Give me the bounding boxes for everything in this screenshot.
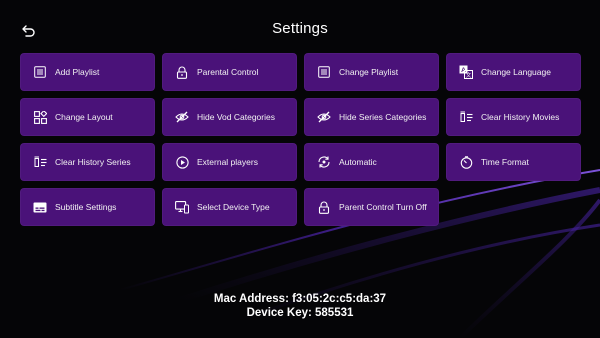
tile-label: Change Language	[481, 67, 551, 77]
lock-icon	[175, 65, 189, 79]
eye-off-icon	[317, 110, 331, 124]
clear-history-movies-button[interactable]: Clear History Movies	[446, 98, 581, 136]
tile-label: Parent Control Turn Off	[339, 202, 427, 212]
timer-icon	[459, 155, 473, 169]
clear-list-icon	[459, 110, 473, 124]
change-playlist-button[interactable]: Change Playlist	[304, 53, 439, 91]
tile-label: Hide Vod Categories	[197, 112, 275, 122]
tile-label: Change Playlist	[339, 67, 399, 77]
hide-vod-categories-button[interactable]: Hide Vod Categories	[162, 98, 297, 136]
lock-icon	[317, 200, 331, 214]
page-title: Settings	[272, 20, 328, 37]
external-players-button[interactable]: External players	[162, 143, 297, 181]
tile-label: Parental Control	[197, 67, 259, 77]
play-circle-icon	[175, 155, 189, 169]
list-icon	[33, 65, 47, 79]
device-icon	[175, 200, 189, 214]
layout-icon	[33, 110, 47, 124]
tile-label: Clear History Series	[55, 157, 131, 167]
automatic-button[interactable]: Automatic	[304, 143, 439, 181]
parental-control-button[interactable]: Parental Control	[162, 53, 297, 91]
list-icon	[317, 65, 331, 79]
clear-history-series-button[interactable]: Clear History Series	[20, 143, 155, 181]
subtitle-settings-button[interactable]: Subtitle Settings	[20, 188, 155, 226]
parent-control-turn-off-button[interactable]: Parent Control Turn Off	[304, 188, 439, 226]
eye-off-icon	[175, 110, 189, 124]
subtitles-icon	[33, 200, 47, 214]
tile-label: External players	[197, 157, 258, 167]
translate-icon: A文	[459, 65, 473, 79]
select-device-type-button[interactable]: Select Device Type	[162, 188, 297, 226]
settings-grid: Add Playlist Parental Control Change Pla…	[20, 53, 581, 226]
auto-refresh-icon	[317, 155, 331, 169]
time-format-button[interactable]: Time Format	[446, 143, 581, 181]
tile-label: Hide Series Categories	[339, 112, 427, 122]
tile-label: Subtitle Settings	[55, 202, 117, 212]
tile-label: Time Format	[481, 157, 529, 167]
svg-text:文: 文	[466, 71, 472, 79]
clear-list-icon	[33, 155, 47, 169]
change-language-button[interactable]: A文 Change Language	[446, 53, 581, 91]
tile-label: Add Playlist	[55, 67, 100, 77]
tile-label: Clear History Movies	[481, 112, 560, 122]
add-playlist-button[interactable]: Add Playlist	[20, 53, 155, 91]
mac-address: Mac Address: f3:05:2c:c5:da:37	[213, 293, 387, 305]
hide-series-categories-button[interactable]: Hide Series Categories	[304, 98, 439, 136]
device-key: Device Key: 585531	[246, 307, 354, 319]
change-layout-button[interactable]: Change Layout	[20, 98, 155, 136]
tile-label: Select Device Type	[197, 202, 270, 212]
tile-label: Change Layout	[55, 112, 113, 122]
device-info: Mac Address: f3:05:2c:c5:da:37 Device Ke…	[0, 292, 600, 320]
tile-label: Automatic	[339, 157, 377, 167]
